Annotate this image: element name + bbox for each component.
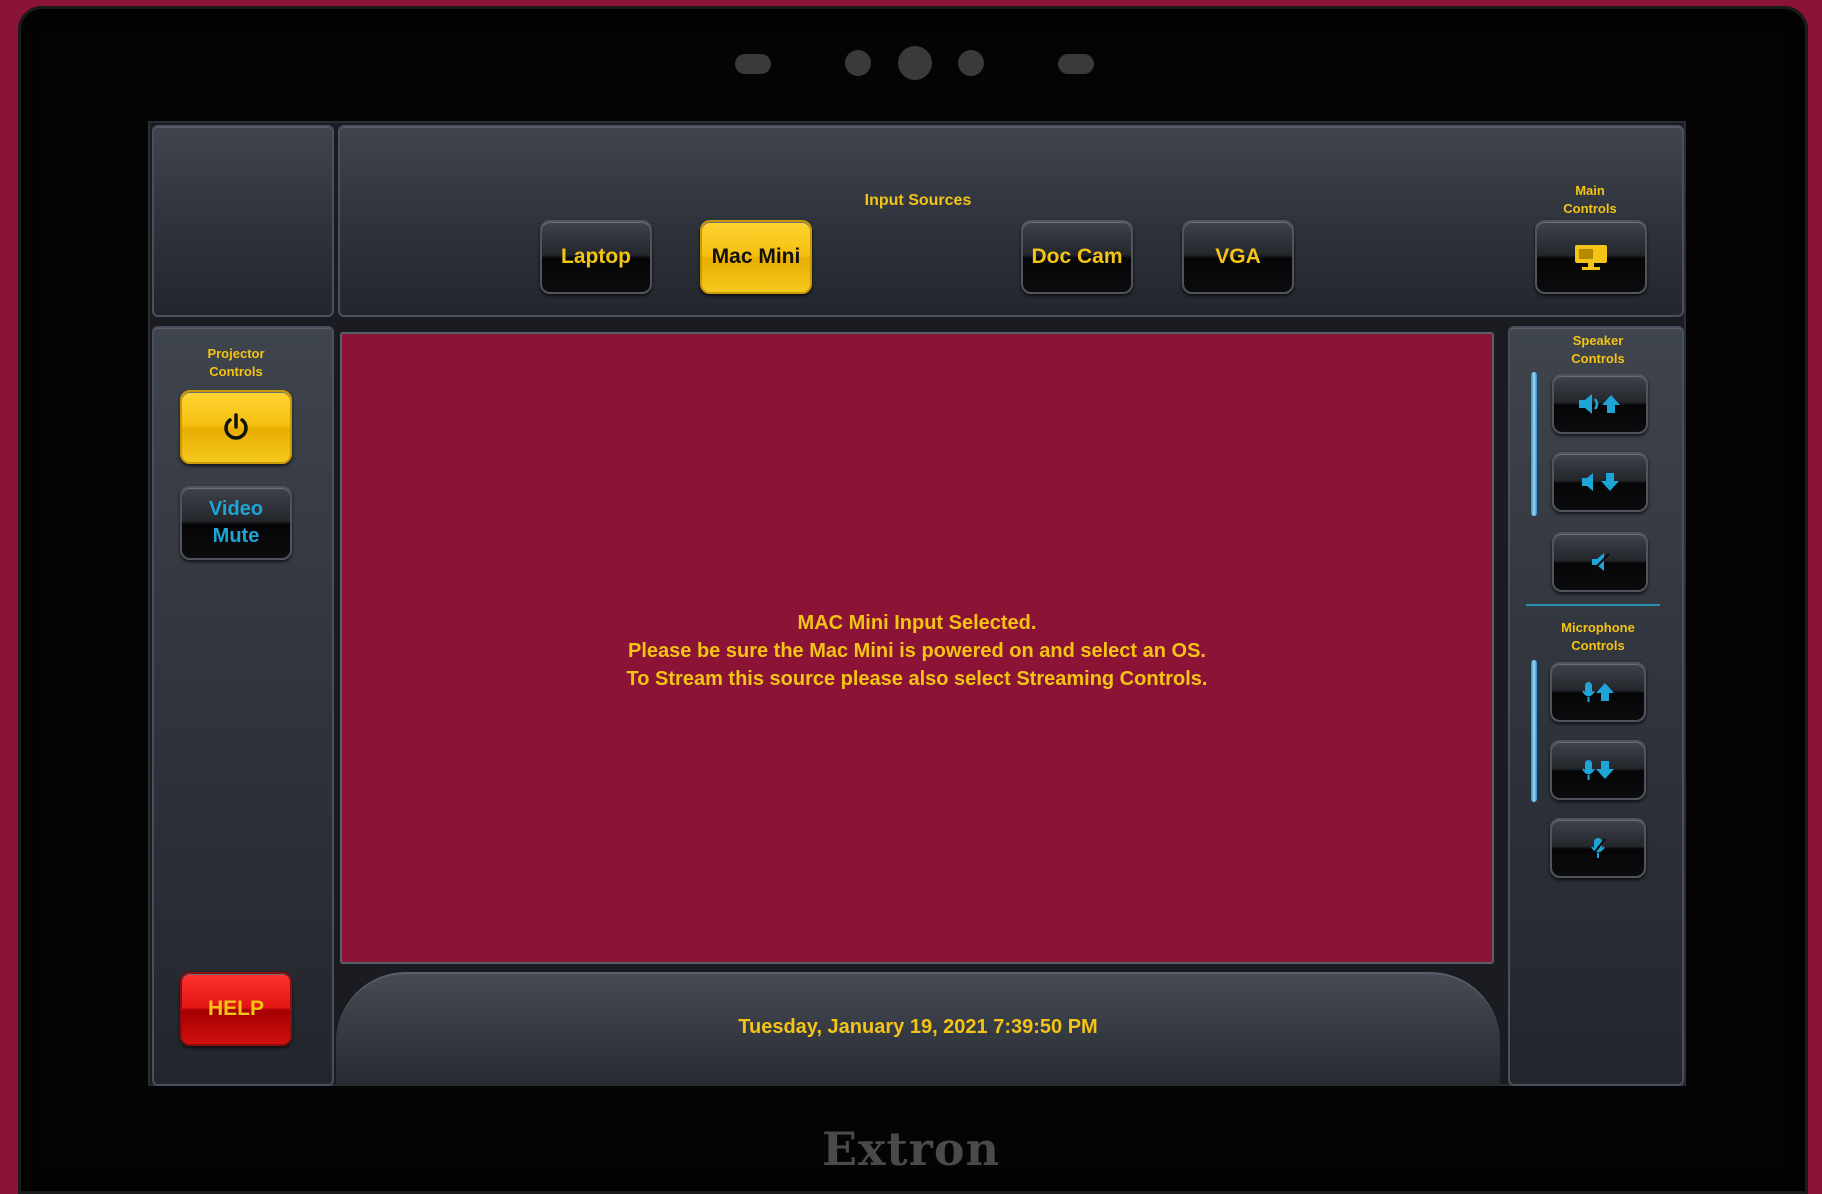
sensor-dot-left: [845, 50, 871, 76]
projector-controls-label: Projector Controls: [186, 345, 286, 381]
projector-power-button[interactable]: [180, 390, 292, 464]
main-controls-label: Main Controls: [1540, 182, 1640, 218]
volume-up-button[interactable]: [1552, 374, 1648, 434]
status-message: MAC Mini Input Selected. Please be sure …: [342, 609, 1492, 693]
video-mute-line: Video: [208, 498, 264, 520]
speaker-level-slider[interactable]: [1531, 372, 1537, 516]
mic-down-button[interactable]: [1550, 740, 1646, 800]
source-button-doc-cam[interactable]: Doc Cam: [1021, 220, 1133, 294]
main-controls-label-line: Main: [1575, 183, 1605, 198]
sensor-dot-right: [958, 50, 984, 76]
source-label: Laptop: [561, 245, 631, 268]
speaker-mute-icon: [1590, 553, 1610, 573]
mic-mute-button[interactable]: [1550, 818, 1646, 878]
status-line-3: To Stream this source please also select…: [626, 668, 1208, 690]
speaker-mute-button[interactable]: [1552, 532, 1648, 592]
monitor-icon: [1575, 245, 1607, 270]
speaker-label-line: Speaker: [1572, 333, 1624, 348]
mic-mute-icon: [1590, 838, 1606, 858]
camera-lens: [898, 46, 932, 80]
header-panel: [338, 125, 1684, 317]
power-icon: [224, 413, 248, 440]
source-status-area: MAC Mini Input Selected. Please be sure …: [340, 332, 1494, 964]
video-mute-line: Mute: [212, 525, 260, 547]
date-time: Tuesday, January 19, 2021 7:39:50 PM: [738, 1016, 1098, 1038]
footer-bar: Tuesday, January 19, 2021 7:39:50 PM: [336, 972, 1500, 1086]
microphone-label-line: Controls: [1571, 638, 1625, 653]
help-label: HELP: [207, 997, 264, 1020]
source-label: Mac Mini: [711, 245, 801, 268]
source-button-laptop[interactable]: Laptop: [540, 220, 652, 294]
main-controls-label-line: Controls: [1563, 201, 1617, 216]
source-button-mac-mini[interactable]: Mac Mini: [700, 220, 812, 294]
volume-up-icon: [1579, 394, 1620, 414]
mic-up-icon: [1582, 682, 1614, 702]
source-label: VGA: [1215, 245, 1261, 268]
speaker-controls-label: Speaker Controls: [1548, 332, 1648, 368]
volume-down-icon: [1582, 473, 1619, 491]
projector-label-line: Controls: [209, 364, 263, 379]
volume-down-button[interactable]: [1552, 452, 1648, 512]
brand-logo: Extron: [821, 1122, 1001, 1176]
speaker-label-line: Controls: [1571, 351, 1625, 366]
microphone-label-line: Microphone: [1561, 620, 1635, 635]
video-mute-button[interactable]: Video Mute: [180, 486, 292, 560]
status-line-2: Please be sure the Mac Mini is powered o…: [628, 640, 1206, 662]
input-sources-label: Input Sources: [864, 192, 972, 209]
microphone-level-slider[interactable]: [1531, 660, 1537, 802]
mic-down-icon: [1582, 760, 1614, 780]
mic-up-button[interactable]: [1550, 662, 1646, 722]
top-left-panel: [152, 125, 334, 317]
projector-label-line: Projector: [207, 346, 265, 361]
section-divider: [1526, 604, 1660, 606]
source-button-vga[interactable]: VGA: [1182, 220, 1294, 294]
status-line-1: MAC Mini Input Selected.: [797, 612, 1037, 634]
help-button[interactable]: HELP: [180, 972, 292, 1046]
microphone-controls-label: Microphone Controls: [1546, 619, 1650, 655]
main-controls-button[interactable]: [1535, 220, 1647, 294]
source-label: Doc Cam: [1031, 245, 1123, 268]
sensor-slot-left: [735, 54, 771, 74]
sensor-slot-right: [1058, 54, 1094, 74]
